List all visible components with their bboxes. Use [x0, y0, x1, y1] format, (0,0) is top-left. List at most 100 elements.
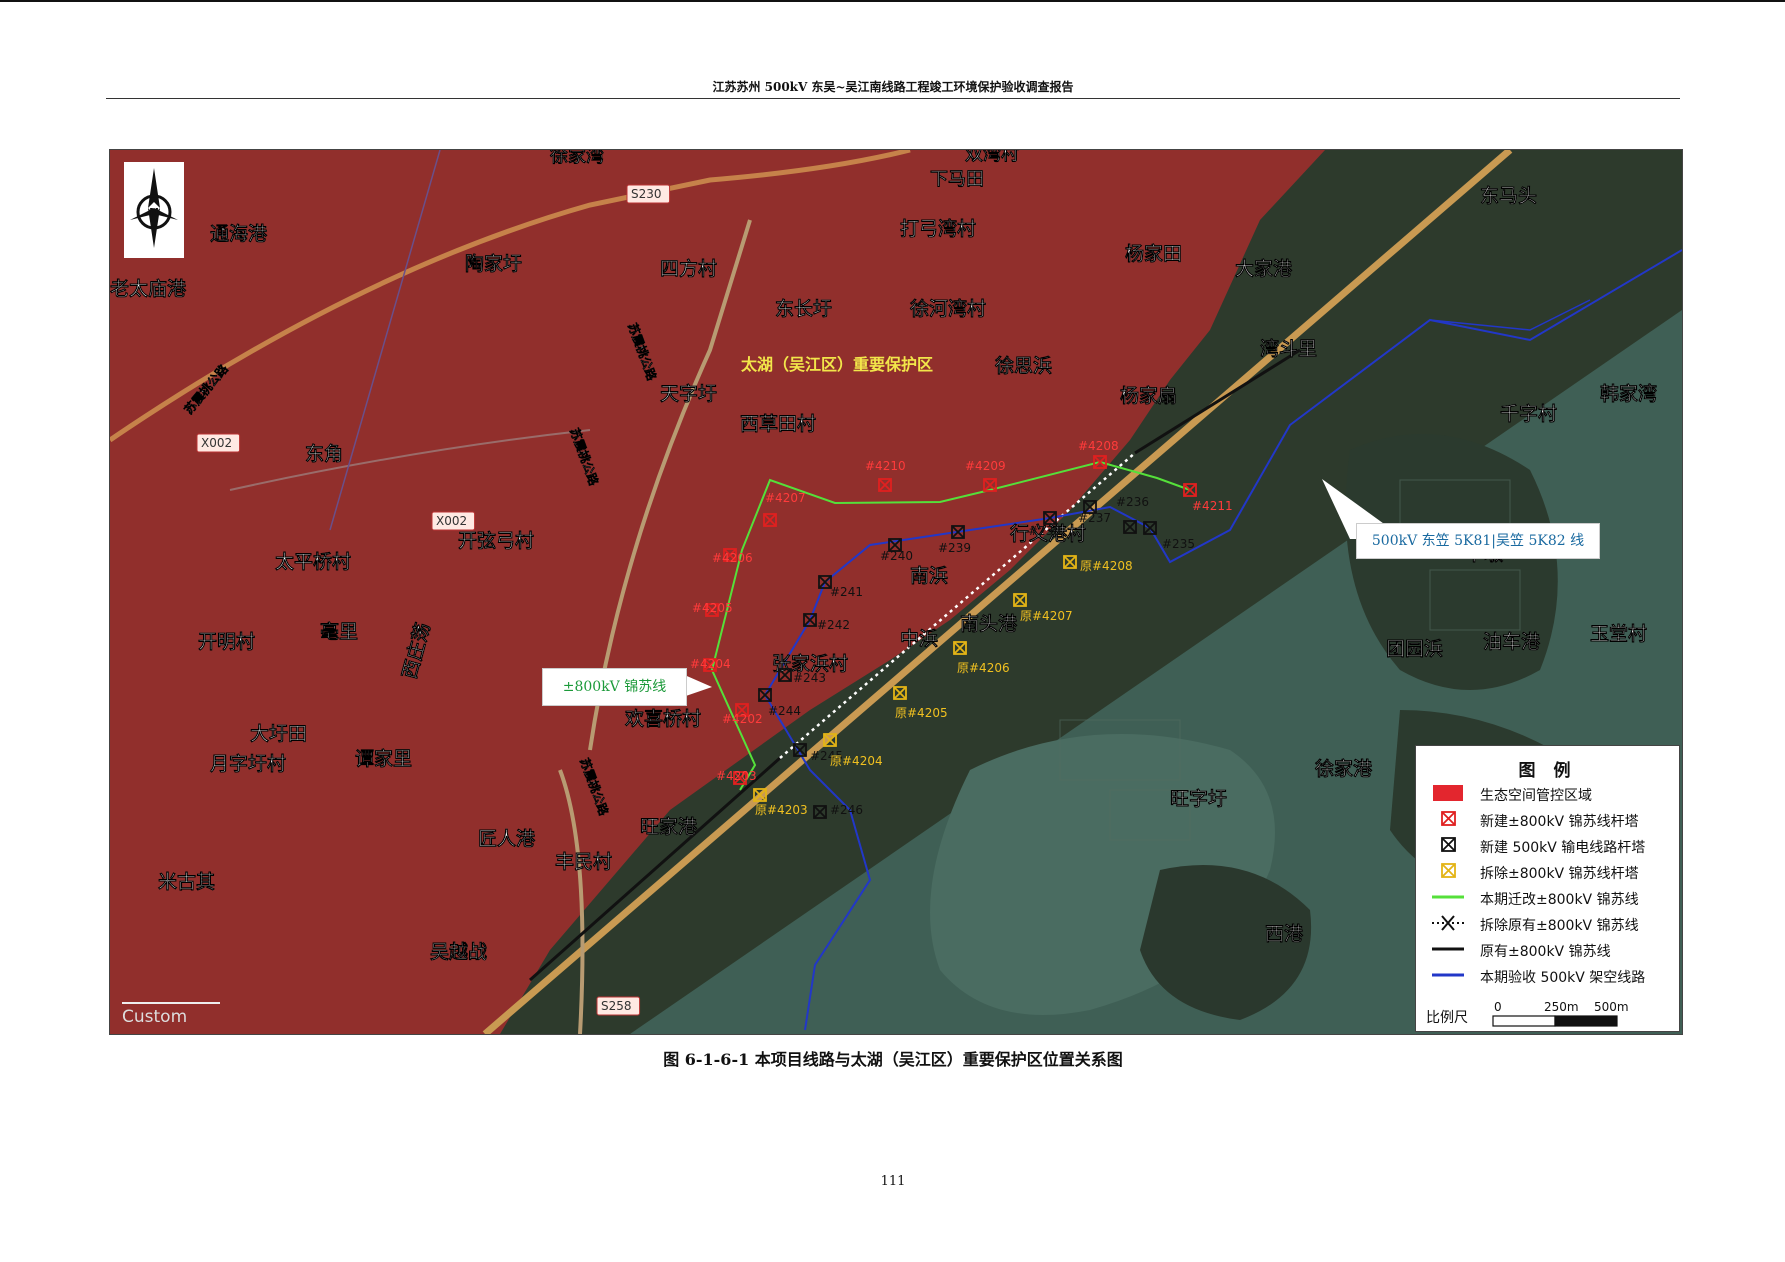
scale-tick-0: 0: [1494, 1000, 1502, 1014]
legend-title: 图 例: [1518, 761, 1577, 781]
place-name-label: 开明村: [198, 630, 255, 653]
road-badge-label: X002: [201, 436, 232, 450]
new-800kv-tower-label: #4203: [716, 769, 757, 783]
road-badge: S230: [626, 184, 671, 204]
place-name-label: 千字村: [1500, 402, 1557, 425]
place-name-label: 徐思浜: [994, 354, 1052, 377]
place-name-label: 毫里: [320, 620, 358, 643]
place-name-label: 湾斗里: [1260, 337, 1317, 360]
place-name-label: 匠人港: [478, 828, 536, 850]
yellow-tower-icon: [1441, 863, 1456, 878]
legend-item-removed-800kv-tower: 拆除±800kV 锦苏线杆塔: [1430, 861, 1675, 885]
road-badge: X002: [431, 511, 476, 531]
place-name-label: 旺字圩: [1170, 787, 1227, 810]
place-name-label: 韩家湾: [1600, 382, 1657, 405]
place-name-label: 油车港: [1483, 630, 1541, 653]
road-badge-label: S230: [631, 187, 662, 201]
removed-800kv-tower-label: 原#4208: [1080, 559, 1133, 573]
new-500kv-tower-label: #246: [830, 803, 863, 817]
new-800kv-tower-marker: #4206: [712, 548, 753, 565]
place-name-label: 月字圩村: [209, 752, 286, 775]
new-800kv-tower-label: #4204: [690, 657, 731, 671]
new-800kv-tower-label: #4207: [765, 491, 806, 505]
new-500kv-tower-label: #239: [938, 541, 971, 555]
compass-icon: N: [130, 168, 178, 248]
place-name-label: 打弓湾村: [900, 217, 976, 240]
scale-bar: 比例尺 0 250m 500m: [1426, 1000, 1671, 1029]
new-800kv-tower-label: #4210: [865, 459, 906, 473]
place-name-label: 杨家扇: [1120, 384, 1177, 407]
legend-item-removed-line: 拆除原有±800kV 锦苏线: [1430, 913, 1675, 937]
place-name-label: 通海港: [210, 222, 268, 245]
place-name-label: 南头港: [960, 613, 1018, 635]
place-name-label: 天字圩: [660, 382, 717, 405]
place-name-label: 西港: [1265, 923, 1304, 945]
road-badge-label: S258: [601, 999, 632, 1013]
place-name-label: 南浜: [910, 565, 948, 587]
place-name-label: 中浜: [900, 627, 938, 650]
new-800kv-tower-label: #4209: [965, 459, 1006, 473]
place-name-label: 欢喜桥村: [624, 707, 701, 730]
new-800kv-tower-marker: #4204: [690, 657, 731, 672]
place-name-label: 陶家圩: [465, 252, 522, 275]
callout-500kv: 500kV 东笠 5K81|吴笠 5K82 线: [1356, 523, 1600, 559]
green-line-icon: [1432, 895, 1464, 899]
new-800kv-tower-marker: #4205: [692, 601, 733, 617]
scale-tick-250: 250m: [1544, 1000, 1579, 1014]
new-800kv-tower-label: #4208: [1078, 439, 1119, 453]
removed-800kv-tower-label: 原#4205: [895, 706, 948, 720]
new-500kv-tower-label: #238: [1028, 524, 1061, 538]
place-name-label: 徐家港: [1314, 757, 1373, 780]
new-500kv-tower-label: #242: [817, 618, 850, 632]
page-header: 江苏苏州 500kV 东吴~吴江南线路工程竣工环境保护验收调查报告: [712, 80, 1074, 94]
place-name-label: 太平桥村: [275, 550, 351, 573]
dotted-line-icon: [1432, 915, 1464, 931]
new-800kv-tower-marker: #4203: [716, 769, 757, 785]
place-name-label: 杨家田: [1125, 242, 1182, 265]
road-badge: S258: [596, 996, 641, 1016]
legend-item-500kv-line: 本期验收 500kV 架空线路: [1430, 965, 1675, 989]
place-name-label: 东长圩: [775, 297, 832, 320]
north-arrow: N: [124, 162, 184, 258]
place-name-label: 旺家港: [640, 815, 698, 838]
map-figure: 徐家湾 双湾村 下马田 S230 通海港 陶家圩 四方村 打弓湾村 杨家田 大家港 东马头 老太庙港东…: [109, 149, 1683, 1035]
new-500kv-tower-label: #244: [768, 704, 801, 718]
new-800kv-tower-label: #4205: [692, 601, 733, 615]
header-rule: [106, 98, 1680, 99]
new-500kv-tower-label: #237: [1078, 511, 1111, 525]
place-name-label: 大家港: [1235, 257, 1293, 280]
legend-item-zone: 生态空间管控区域: [1430, 783, 1675, 807]
compass-n-label: N: [149, 206, 159, 220]
place-name-label: 开弦弓村: [458, 529, 534, 552]
removed-800kv-tower-label: 原#4207: [1020, 609, 1073, 623]
black-tower-icon: [1441, 837, 1456, 852]
scale-hint-label: Custom: [122, 1007, 187, 1027]
figure-caption: 图 6-1-6-1 本项目线路与太湖（吴江区）重要保护区位置关系图: [663, 1050, 1123, 1069]
new-800kv-tower-label: #4211: [1192, 499, 1233, 513]
protected-zone-label: 太湖（吴江区）重要保护区: [740, 355, 933, 374]
place-name-label: 下马田: [930, 169, 984, 190]
place-name-label: 团园浜: [1386, 638, 1443, 660]
callout-800kv: ±800kV 锦苏线: [542, 668, 687, 706]
black-line-icon: [1432, 947, 1464, 951]
place-name-label: 米古其: [158, 870, 215, 893]
place-name-label: 老太庙港: [110, 277, 187, 300]
removed-800kv-tower-label: 原#4204: [830, 754, 883, 768]
place-name-label: 四方村: [660, 257, 717, 280]
place-name-label: 双湾村: [965, 150, 1019, 165]
new-800kv-tower-label: #4206: [712, 551, 753, 565]
legend-item-new-500kv-tower: 新建 500kV 输电线路杆塔: [1430, 835, 1675, 859]
new-800kv-tower-label: #4202: [722, 712, 763, 726]
new-500kv-tower-label: #236: [1116, 495, 1149, 509]
new-500kv-tower-label: #241: [830, 585, 863, 599]
place-name-label: 大圩田: [250, 722, 307, 745]
legend-item-rerouted-line: 本期迁改±800kV 锦苏线: [1430, 887, 1675, 911]
new-500kv-tower-label: #240: [880, 549, 913, 563]
place-name-label: 东角: [305, 442, 343, 465]
road-badge: X002: [196, 433, 241, 453]
scale-bar-graphic: [1492, 1015, 1618, 1027]
scale-label: 比例尺: [1426, 1010, 1468, 1026]
blue-line-icon: [1432, 973, 1464, 977]
place-name-label: 玉堂村: [1590, 622, 1647, 645]
place-name-label: 吴越战: [430, 940, 487, 963]
